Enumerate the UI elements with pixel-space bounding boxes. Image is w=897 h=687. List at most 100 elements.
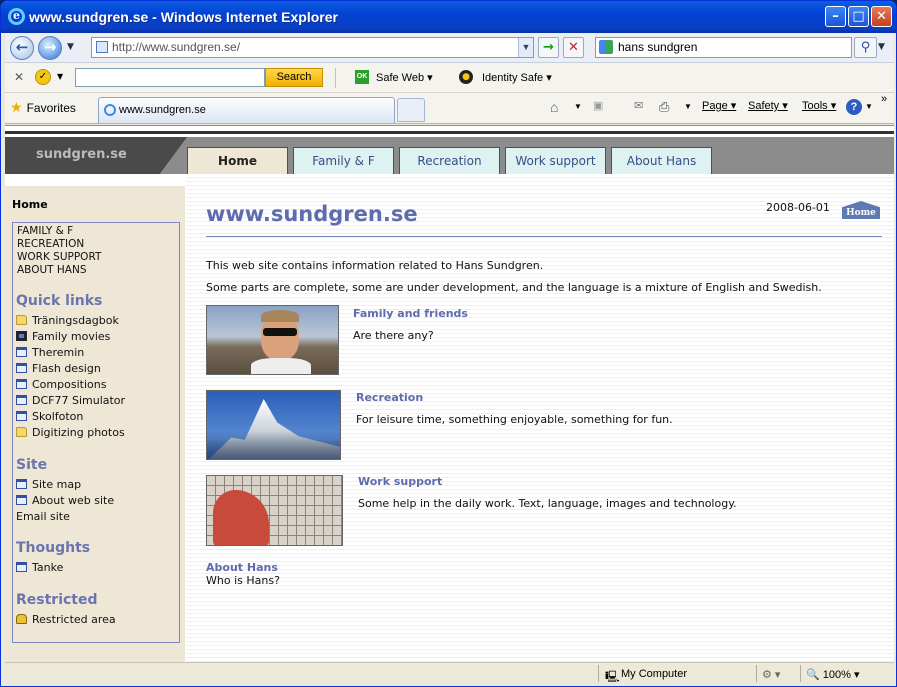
- forward-button[interactable]: →: [38, 36, 62, 60]
- google-search-icon: [599, 40, 613, 54]
- home-icon[interactable]: ⌂: [550, 99, 558, 115]
- address-dropdown-icon[interactable]: ▼: [518, 38, 533, 57]
- stop-button[interactable]: ✕: [563, 37, 584, 58]
- safe-web-button[interactable]: Safe Web ▾: [376, 71, 433, 84]
- quick-link-digitizing-photos[interactable]: Digitizing photos: [16, 426, 125, 439]
- nav-tab-recreation[interactable]: Recreation: [399, 147, 500, 174]
- help-icon[interactable]: ?: [846, 99, 862, 115]
- quick-link-flash-design[interactable]: Flash design: [16, 362, 101, 375]
- section-recreation-desc: For leisure time, something enjoyable, s…: [356, 413, 673, 426]
- site-link-site-map[interactable]: Site map: [16, 478, 81, 491]
- quick-link-theremin[interactable]: Theremin: [16, 346, 84, 359]
- help-dropdown-icon[interactable]: ▼: [865, 102, 873, 111]
- identity-safe-icon: ●: [459, 70, 473, 84]
- nav-tab-family[interactable]: Family & F: [293, 147, 394, 174]
- left-sidebar: Home Family & F Recreation Work support …: [5, 186, 185, 662]
- protected-mode-icon[interactable]: ⚙ ▾: [762, 668, 780, 681]
- tools-menu-label: Tools: [802, 100, 828, 112]
- page-date: 2008-06-01: [766, 201, 830, 214]
- page-favicon-icon: [96, 41, 108, 53]
- tab-title: www.sundgren.se: [119, 104, 206, 116]
- recreation-photo-shadow: [207, 431, 340, 459]
- section-work-title[interactable]: Work support: [358, 475, 442, 488]
- lock-icon: [16, 614, 27, 624]
- thoughts-link-label: Tanke: [32, 561, 64, 574]
- toolbar-close-icon[interactable]: ✕: [14, 70, 24, 84]
- more-commands-icon[interactable]: »: [881, 93, 887, 105]
- minimize-button[interactable]: –: [825, 6, 846, 27]
- section-about-desc: Who is Hans?: [206, 574, 280, 587]
- search-value: hans sundgren: [618, 40, 698, 54]
- section-family-title[interactable]: Family and friends: [353, 307, 468, 320]
- new-tab-button[interactable]: [397, 98, 425, 122]
- print-icon[interactable]: ⎙: [659, 99, 669, 115]
- search-go-button[interactable]: ⚲: [854, 37, 877, 58]
- toolbar-search-button[interactable]: Search: [265, 68, 323, 87]
- page-menu[interactable]: Page ▾: [702, 99, 736, 112]
- browser-tab[interactable]: www.sundgren.se: [98, 97, 395, 123]
- home-dropdown-icon[interactable]: ▼: [574, 102, 582, 111]
- quick-link-dcf77-simulator[interactable]: DCF77 Simulator: [16, 394, 125, 407]
- sidebar-link-work-support[interactable]: Work support: [17, 251, 101, 264]
- quick-link-family-movies[interactable]: Family movies: [16, 330, 110, 343]
- document-icon: [16, 347, 27, 357]
- quick-link-compositions[interactable]: Compositions: [16, 378, 106, 391]
- favorites-button[interactable]: ★ Favorites: [10, 99, 76, 116]
- maximize-button[interactable]: □: [848, 6, 869, 27]
- close-button[interactable]: ✕: [871, 6, 892, 27]
- quick-link-skolfoton[interactable]: Skolfoton: [16, 410, 83, 423]
- quick-link-label: Theremin: [32, 346, 85, 359]
- quick-link-label: Träningsdagbok: [32, 314, 119, 327]
- safe-web-icon: OK: [355, 70, 369, 84]
- identity-safe-button[interactable]: Identity Safe ▾: [482, 71, 552, 84]
- quick-link-traningsdagbok[interactable]: Träningsdagbok: [16, 314, 119, 327]
- folder-icon: [16, 427, 27, 437]
- status-separator: [800, 665, 801, 682]
- home-house-button[interactable]: Home: [842, 201, 880, 219]
- search-input[interactable]: hans sundgren: [595, 37, 852, 58]
- restricted-area-link[interactable]: Restricted area: [16, 613, 116, 626]
- section-work-desc: Some help in the daily work. Text, langu…: [358, 497, 737, 510]
- sidebar-link-recreation[interactable]: Recreation: [17, 238, 101, 251]
- feeds-icon[interactable]: ▣: [593, 99, 603, 112]
- tools-menu[interactable]: Tools ▾: [802, 99, 836, 112]
- web-page: sundgren.se Home Family & F Recreation W…: [5, 125, 894, 662]
- norton-check-icon[interactable]: ✓: [35, 69, 51, 85]
- section-recreation-title[interactable]: Recreation: [356, 391, 423, 404]
- family-photo[interactable]: [206, 305, 339, 375]
- safety-menu[interactable]: Safety ▾: [748, 99, 788, 112]
- restricted-heading: Restricted: [16, 592, 98, 608]
- nav-tab-work-support[interactable]: Work support: [505, 147, 606, 174]
- thoughts-link-tanke[interactable]: Tanke: [16, 561, 63, 574]
- section-about-title[interactable]: About Hans: [206, 561, 278, 574]
- nav-tab-home[interactable]: Home: [187, 147, 288, 174]
- back-button[interactable]: ←: [10, 36, 34, 60]
- nav-tab-about-hans[interactable]: About Hans: [611, 147, 712, 174]
- work-support-photo[interactable]: [206, 475, 343, 546]
- address-input[interactable]: http://www.sundgren.se/ ▼: [91, 37, 534, 58]
- search-options-dropdown-icon[interactable]: ▼: [878, 42, 885, 52]
- document-icon: [16, 395, 27, 405]
- sidebar-home-label[interactable]: Home: [12, 198, 48, 211]
- go-button[interactable]: →: [538, 37, 559, 58]
- restricted-link-label: Restricted area: [32, 613, 116, 626]
- toolbar-search-input[interactable]: [75, 68, 265, 87]
- browser-window: e www.sundgren.se - Windows Internet Exp…: [0, 0, 897, 687]
- print-dropdown-icon[interactable]: ▼: [684, 102, 692, 111]
- norton-dropdown-icon[interactable]: ▼: [57, 72, 63, 81]
- read-mail-icon[interactable]: ✉: [634, 99, 643, 112]
- sidebar-link-family[interactable]: Family & F: [17, 225, 101, 238]
- recreation-photo[interactable]: [206, 390, 341, 460]
- family-photo-hair: [261, 310, 299, 322]
- computer-icon: 🖳: [605, 671, 620, 683]
- safety-menu-label: Safety: [748, 100, 780, 112]
- address-toolbar: ← → ▼ http://www.sundgren.se/ ▼ → ✕ hans…: [5, 33, 894, 63]
- quick-link-label: Compositions: [32, 378, 107, 391]
- site-link-about-web-site[interactable]: About web site: [16, 494, 114, 507]
- site-logo[interactable]: sundgren.se: [5, 137, 187, 174]
- zoom-control[interactable]: 🔍 100% ▾: [806, 668, 859, 681]
- site-link-email-site[interactable]: Email site: [16, 510, 70, 523]
- sidebar-link-about-hans[interactable]: About Hans: [17, 264, 101, 277]
- status-separator: [598, 665, 599, 682]
- recent-pages-dropdown-icon[interactable]: ▼: [67, 42, 74, 52]
